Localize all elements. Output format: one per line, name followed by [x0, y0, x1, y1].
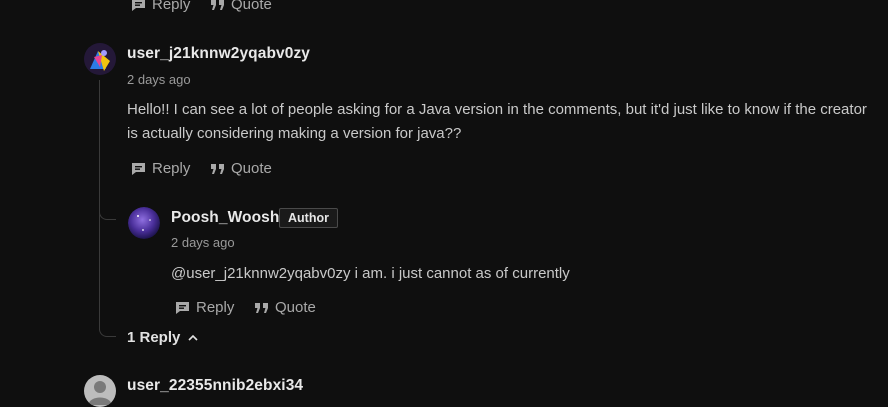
reply-label: Reply: [152, 0, 191, 13]
replies-count: 1 Reply: [127, 329, 181, 346]
comment-username[interactable]: user_j21knnw2yqabv0zy: [127, 45, 310, 63]
quote-icon: [211, 163, 224, 174]
author-badge: Author: [279, 208, 338, 228]
reply-button[interactable]: Reply: [175, 299, 234, 316]
comment-username[interactable]: Poosh_Woosh: [171, 209, 279, 227]
reply-button[interactable]: Reply: [131, 160, 190, 177]
reply-label: Reply: [196, 299, 235, 316]
replies-connector: [99, 322, 116, 337]
quote-label: Quote: [231, 0, 272, 13]
replies-toggle[interactable]: 1 Reply: [127, 329, 198, 346]
reply-connector: [99, 205, 116, 220]
comment-text: @user_j21knnw2yqabv0zy i am. i just cann…: [171, 265, 570, 282]
quote-icon: [255, 302, 268, 313]
reply-icon: [132, 162, 145, 175]
avatar[interactable]: [128, 207, 160, 239]
chevron-up-icon: [188, 334, 198, 341]
comment-timestamp: 2 days ago: [127, 72, 191, 87]
comment-text: Hello!! I can see a lot of people asking…: [127, 101, 867, 142]
comment-timestamp: 2 days ago: [171, 235, 235, 250]
avatar-placeholder-icon[interactable]: [84, 375, 116, 407]
reply-label: Reply: [152, 160, 191, 177]
avatar[interactable]: [84, 43, 116, 75]
quote-label: Quote: [231, 160, 272, 177]
reply-icon: [176, 301, 189, 314]
comment-username[interactable]: user_22355nnib2ebxi34: [127, 377, 303, 395]
reply-icon: [132, 0, 145, 11]
quote-button[interactable]: Quote: [211, 160, 272, 177]
reply-button[interactable]: Reply: [131, 0, 190, 13]
quote-button[interactable]: Quote: [211, 0, 272, 13]
quote-button[interactable]: Quote: [255, 299, 316, 316]
quote-label: Quote: [275, 299, 316, 316]
quote-icon: [211, 0, 224, 10]
